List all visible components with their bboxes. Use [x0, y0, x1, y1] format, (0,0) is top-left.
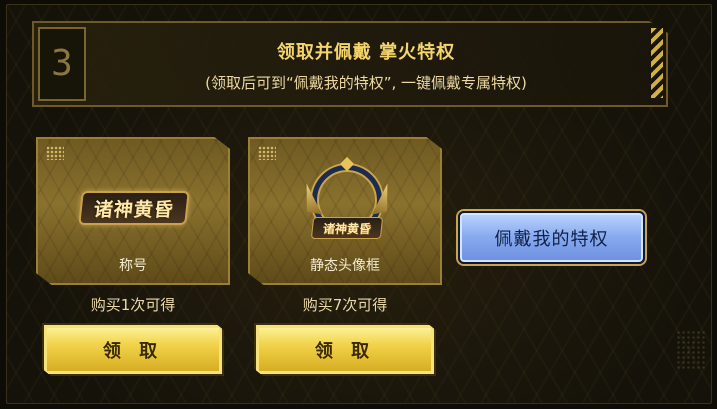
reward-label: 称号: [119, 258, 147, 274]
wear-button-label: 佩戴我的特权: [494, 228, 609, 250]
reward-card-title: 诸神黄昏 称号: [36, 137, 230, 285]
avatar-frame-image: 诸神黄昏: [306, 156, 388, 257]
hazard-stripes-decoration: [651, 28, 663, 98]
step-header: [32, 21, 668, 107]
wear-my-privileges-button[interactable]: 佩戴我的特权: [458, 211, 645, 264]
claim-button-label: 领 取: [314, 340, 376, 362]
dot-decoration: [676, 330, 706, 370]
step-number: 3: [51, 43, 73, 84]
section-subtitle: (领取后可到“佩戴我的特权”, 一键佩戴专属特权): [205, 74, 527, 92]
claim-avatar-frame-button[interactable]: 领 取: [254, 323, 436, 376]
frame-logo-text: 诸神黄昏: [322, 221, 372, 236]
title-logo-text: 诸神黄昏: [92, 198, 175, 221]
frame-logo-badge: 诸神黄昏: [310, 217, 384, 239]
claim-title-button[interactable]: 领 取: [42, 323, 224, 376]
dot-grid-icon: [46, 146, 64, 160]
reward-card-avatar-frame: 诸神黄昏 静态头像框: [248, 137, 442, 285]
title-logo-image: 诸神黄昏: [78, 191, 190, 225]
step-number-badge: 3: [38, 27, 86, 101]
reward-label: 静态头像框: [310, 258, 380, 274]
dot-grid-icon: [258, 146, 276, 160]
reward-requirement: 购买1次可得: [90, 296, 176, 314]
section-title: 领取并佩戴 掌火特权: [276, 42, 456, 63]
claim-button-label: 领 取: [102, 340, 164, 362]
reward-requirement: 购买7次可得: [302, 296, 388, 314]
